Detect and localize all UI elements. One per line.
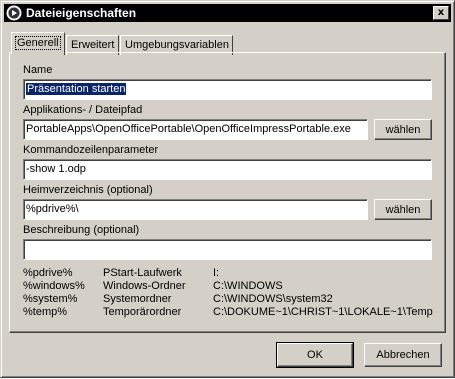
home-browse-label: wählen [385,204,421,216]
form-area: Name Präsentation starten Applikations- … [1,1,455,379]
path-input[interactable]: PortableApps\OpenOfficePortable\OpenOffi… [23,119,368,140]
variable-description: Systemordner [103,293,172,305]
home-value: %pdrive%\ [26,203,79,215]
name-label: Name [23,64,53,76]
variable-value: I: [213,267,220,279]
cancel-button[interactable]: Abbrechen [364,343,442,367]
path-browse-label: wählen [385,124,421,136]
variable-name: %system% [23,293,78,305]
ok-button[interactable]: OK [276,342,354,368]
desc-label: Beschreibung (optional) [23,224,140,236]
variable-value: C:\WINDOWS [213,280,283,292]
variable-name: %pdrive% [23,267,73,279]
home-input[interactable]: %pdrive%\ [23,199,368,220]
home-browse-button[interactable]: wählen [374,199,432,220]
params-label: Kommandozeilenparameter [23,144,159,156]
name-input[interactable]: Präsentation starten [23,79,432,100]
variable-value: C:\WINDOWS\system32 [213,293,333,305]
properties-dialog: Dateieigenschaften x Generell Erweitert … [0,0,455,378]
variable-name: %windows% [23,280,85,292]
params-value: -show 1.odp [26,163,86,175]
variable-name: %temp% [23,306,68,318]
path-value: PortableApps\OpenOfficePortable\OpenOffi… [26,123,351,135]
home-label: Heimverzeichnis (optional) [23,184,153,196]
name-value: Präsentation starten [26,83,127,95]
ok-label: OK [307,349,323,361]
path-browse-button[interactable]: wählen [374,119,432,140]
path-label: Applikations- / Dateipfad [23,104,143,116]
desc-input[interactable] [23,239,432,260]
params-input[interactable]: -show 1.odp [23,159,432,180]
variable-value: C:\DOKUME~1\CHRIST~1\LOKALE~1\Temp [213,306,433,318]
cancel-label: Abbrechen [376,349,430,361]
variable-description: Temporärordner [103,306,182,318]
variable-description: PStart-Laufwerk [103,267,182,279]
variable-description: Windows-Ordner [103,280,186,292]
